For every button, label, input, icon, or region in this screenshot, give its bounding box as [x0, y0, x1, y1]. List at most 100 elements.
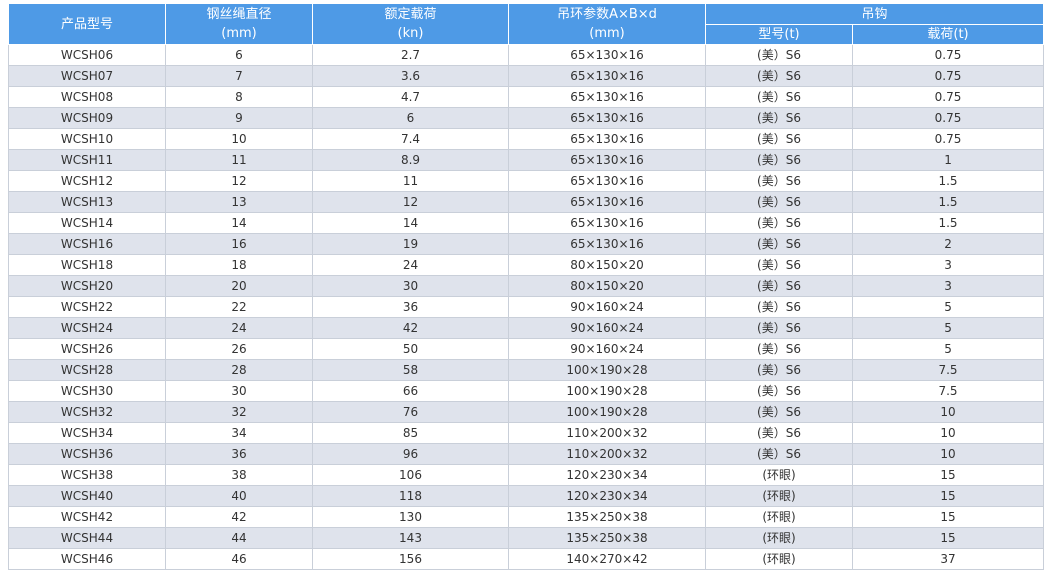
cell-hook-model: (美）S6	[705, 422, 853, 444]
cell-rope-diameter: 38	[165, 464, 313, 486]
cell-hook-load: 5	[851, 296, 1045, 318]
cell-ring-params: 135×250×38	[508, 527, 706, 549]
cell-model: WCSH09	[8, 107, 166, 129]
cell-model: WCSH12	[8, 170, 166, 192]
header-hook: 吊钩	[704, 3, 1045, 25]
cell-rope-diameter: 10	[165, 128, 313, 150]
cell-hook-load: 1.5	[851, 191, 1045, 213]
cell-hook-load: 10	[851, 443, 1045, 465]
cell-model: WCSH06	[8, 44, 166, 66]
cell-rope-diameter: 28	[165, 359, 313, 381]
cell-rated-load: 156	[312, 548, 509, 570]
cell-ring-params: 120×230×34	[508, 485, 706, 507]
cell-rope-diameter: 22	[165, 296, 313, 318]
spec-table: 产品型号 钢丝绳直径 (mm) 额定载荷 (kn) 吊环参数A×B×d (mm) 吊钩…	[8, 3, 1045, 570]
cell-rated-load: 7.4	[312, 128, 509, 150]
table-row: WCSH09 9 6 65×130×16 (美）S6 0.75	[8, 107, 1045, 129]
cell-hook-load: 5	[851, 338, 1045, 360]
cell-hook-load: 15	[851, 464, 1045, 486]
cell-ring-params: 90×160×24	[508, 338, 706, 360]
cell-ring-params: 135×250×38	[508, 506, 706, 528]
cell-hook-load: 1	[851, 149, 1045, 171]
cell-model: WCSH18	[8, 254, 166, 276]
cell-model: WCSH36	[8, 443, 166, 465]
cell-model: WCSH34	[8, 422, 166, 444]
cell-ring-params: 65×130×16	[508, 233, 706, 255]
cell-model: WCSH10	[8, 128, 166, 150]
cell-ring-params: 80×150×20	[508, 254, 706, 276]
cell-hook-model: (美）S6	[705, 380, 853, 402]
table-row: WCSH10 10 7.4 65×130×16 (美）S6 0.75	[8, 128, 1045, 150]
cell-ring-params: 110×200×32	[508, 443, 706, 465]
cell-hook-load: 7.5	[851, 380, 1045, 402]
cell-model: WCSH24	[8, 317, 166, 339]
cell-ring-params: 100×190×28	[508, 380, 706, 402]
cell-hook-load: 1.5	[851, 170, 1045, 192]
cell-rope-diameter: 42	[165, 506, 313, 528]
cell-hook-model: (美）S6	[705, 443, 853, 465]
cell-rope-diameter: 20	[165, 275, 313, 297]
cell-rope-diameter: 11	[165, 149, 313, 171]
cell-hook-load: 15	[851, 506, 1045, 528]
cell-ring-params: 65×130×16	[508, 149, 706, 171]
cell-ring-params: 65×130×16	[508, 65, 706, 87]
cell-ring-params: 90×160×24	[508, 296, 706, 318]
cell-rated-load: 85	[312, 422, 509, 444]
header-model: 产品型号	[8, 3, 166, 45]
cell-hook-model: (美）S6	[705, 359, 853, 381]
cell-rated-load: 30	[312, 275, 509, 297]
cell-rated-load: 2.7	[312, 44, 509, 66]
cell-hook-model: (美）S6	[705, 191, 853, 213]
cell-hook-load: 10	[851, 401, 1045, 423]
table-row: WCSH40 40 118 120×230×34 (环眼) 15	[8, 485, 1045, 507]
cell-rated-load: 42	[312, 317, 509, 339]
cell-rated-load: 50	[312, 338, 509, 360]
cell-rated-load: 11	[312, 170, 509, 192]
cell-hook-load: 2	[851, 233, 1045, 255]
cell-model: WCSH30	[8, 380, 166, 402]
cell-hook-load: 0.75	[851, 128, 1045, 150]
cell-hook-model: (美）S6	[705, 275, 853, 297]
table-row: WCSH14 14 14 65×130×16 (美）S6 1.5	[8, 212, 1045, 234]
cell-model: WCSH38	[8, 464, 166, 486]
cell-ring-params: 65×130×16	[508, 44, 706, 66]
cell-rope-diameter: 7	[165, 65, 313, 87]
cell-rated-load: 118	[312, 485, 509, 507]
cell-rated-load: 24	[312, 254, 509, 276]
cell-hook-model: (美）S6	[705, 170, 853, 192]
table-row: WCSH44 44 143 135×250×38 (环眼) 15	[8, 527, 1045, 549]
cell-hook-load: 3	[851, 275, 1045, 297]
cell-rated-load: 12	[312, 191, 509, 213]
table-row: WCSH13 13 12 65×130×16 (美）S6 1.5	[8, 191, 1045, 213]
cell-hook-model: (美）S6	[705, 65, 853, 87]
cell-rated-load: 6	[312, 107, 509, 129]
cell-rope-diameter: 40	[165, 485, 313, 507]
cell-rope-diameter: 12	[165, 170, 313, 192]
cell-hook-model: (美）S6	[705, 317, 853, 339]
cell-rope-diameter: 36	[165, 443, 313, 465]
cell-rated-load: 8.9	[312, 149, 509, 171]
cell-ring-params: 65×130×16	[508, 128, 706, 150]
cell-hook-load: 0.75	[851, 65, 1045, 87]
table-row: WCSH12 12 11 65×130×16 (美）S6 1.5	[8, 170, 1045, 192]
cell-ring-params: 80×150×20	[508, 275, 706, 297]
table-header: 产品型号 钢丝绳直径 (mm) 额定载荷 (kn) 吊环参数A×B×d (mm) 吊钩…	[8, 3, 1045, 45]
cell-hook-model: (环眼)	[705, 485, 853, 507]
cell-ring-params: 65×130×16	[508, 191, 706, 213]
cell-rope-diameter: 24	[165, 317, 313, 339]
table-row: WCSH22 22 36 90×160×24 (美）S6 5	[8, 296, 1045, 318]
cell-rope-diameter: 18	[165, 254, 313, 276]
cell-rated-load: 3.6	[312, 65, 509, 87]
cell-hook-model: (美）S6	[705, 86, 853, 108]
cell-hook-load: 7.5	[851, 359, 1045, 381]
cell-ring-params: 90×160×24	[508, 317, 706, 339]
cell-rope-diameter: 46	[165, 548, 313, 570]
table-row: WCSH26 26 50 90×160×24 (美）S6 5	[8, 338, 1045, 360]
cell-ring-params: 140×270×42	[508, 548, 706, 570]
cell-hook-model: (环眼)	[705, 464, 853, 486]
table-row: WCSH28 28 58 100×190×28 (美）S6 7.5	[8, 359, 1045, 381]
cell-hook-model: (美）S6	[705, 233, 853, 255]
table-row: WCSH08 8 4.7 65×130×16 (美）S6 0.75	[8, 86, 1045, 108]
cell-hook-load: 0.75	[851, 44, 1045, 66]
table-body: WCSH06 6 2.7 65×130×16 (美）S6 0.75 WCSH07 7 3.6 65…	[8, 44, 1045, 570]
